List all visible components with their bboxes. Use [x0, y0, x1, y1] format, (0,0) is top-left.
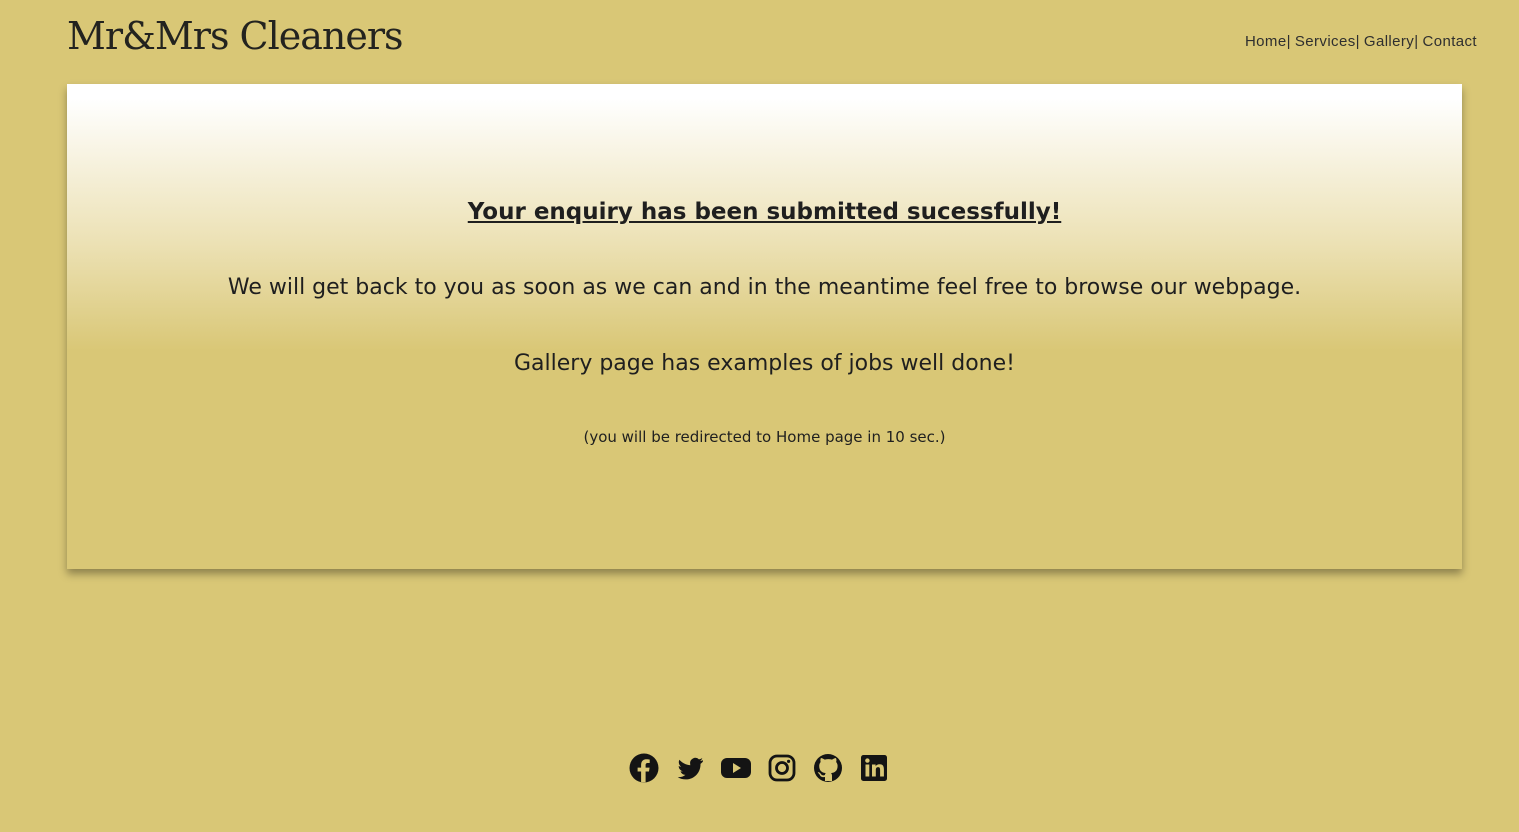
social-links: [628, 752, 890, 784]
confirmation-card: Your enquiry has been submitted sucessfu…: [67, 84, 1462, 569]
instagram-icon[interactable]: [766, 752, 798, 784]
main-nav: Home | Services | Gallery | Contact: [1245, 33, 1477, 50]
confirmation-body: We will get back to you as soon as we ca…: [227, 275, 1302, 300]
facebook-icon[interactable]: [628, 752, 660, 784]
nav-separator: |: [1355, 33, 1360, 50]
site-header: Mr&Mrs Cleaners Home | Services | Galler…: [0, 0, 1519, 84]
nav-home[interactable]: Home: [1245, 33, 1287, 50]
redirect-notice: (you will be redirected to Home page in …: [583, 428, 946, 446]
nav-contact[interactable]: Contact: [1423, 33, 1478, 50]
confirmation-title: Your enquiry has been submitted sucessfu…: [467, 199, 1062, 225]
youtube-icon[interactable]: [720, 752, 752, 784]
github-icon[interactable]: [812, 752, 844, 784]
twitter-icon[interactable]: [674, 752, 706, 784]
nav-separator: |: [1286, 33, 1291, 50]
nav-gallery[interactable]: Gallery: [1364, 33, 1414, 50]
brand-logo[interactable]: Mr&Mrs Cleaners: [67, 14, 404, 58]
nav-services[interactable]: Services: [1295, 33, 1356, 50]
linkedin-icon[interactable]: [858, 752, 890, 784]
gallery-hint: Gallery page has examples of jobs well d…: [514, 351, 1015, 376]
nav-separator: |: [1414, 33, 1419, 50]
